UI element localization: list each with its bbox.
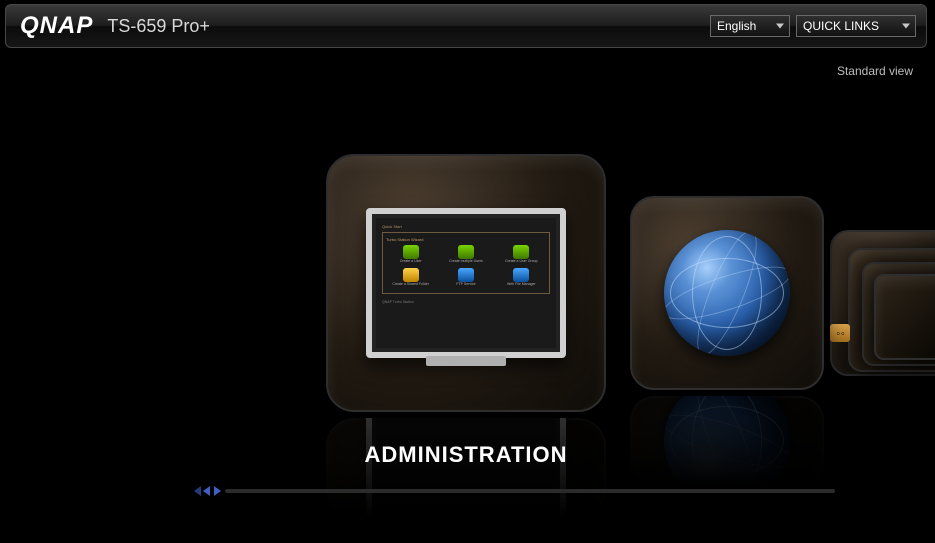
carousel-scrollbar [194, 486, 835, 496]
language-value: English [717, 19, 756, 33]
screen-item: FTP Service [441, 283, 490, 287]
model-name: TS-659 Pro+ [107, 16, 210, 37]
scroll-next-icon[interactable] [214, 486, 221, 496]
carousel-tile-back-4[interactable] [874, 274, 935, 360]
screen-item: Create multiple Users [441, 260, 490, 264]
quick-links-value: QUICK LINKS [803, 19, 879, 33]
screen-item: Web File Manager [497, 283, 546, 287]
screen-item: Create a Shared Folder [386, 283, 435, 287]
screen-item: Create a User [386, 260, 435, 264]
screen-footer: QNAP Turbo Station [382, 300, 550, 304]
standard-view-link[interactable]: Standard view [837, 64, 913, 78]
coverflow-stage: ∘∘ Quick Start Turbo Station Wizard Crea… [0, 154, 935, 434]
quick-links-dropdown[interactable]: QUICK LINKS [796, 15, 916, 37]
carousel-tile-next[interactable] [630, 196, 824, 390]
brand-text: QNAP [20, 12, 93, 40]
carousel-tile-active-reflection [326, 418, 606, 518]
scroll-track[interactable] [225, 489, 835, 493]
screen-item: Create a User Group [497, 260, 546, 264]
language-dropdown[interactable]: English [710, 15, 790, 37]
screen-section: Turbo Station Wizard [386, 237, 546, 242]
folder-icon: ∘∘ [830, 324, 850, 342]
globe-icon [664, 230, 790, 356]
screen-title: Quick Start [382, 224, 550, 229]
brand-logo: QNAP [20, 12, 93, 40]
scroll-first-icon[interactable] [194, 486, 201, 496]
monitor-icon: Quick Start Turbo Station Wizard Create … [366, 208, 566, 358]
scroll-prev-icon[interactable] [203, 486, 210, 496]
header-bar: QNAP TS-659 Pro+ English QUICK LINKS [5, 4, 927, 48]
carousel-caption: ADMINISTRATION [326, 442, 606, 468]
carousel-tile-active[interactable]: Quick Start Turbo Station Wizard Create … [326, 154, 606, 412]
carousel-tile-next-reflection [630, 396, 824, 486]
